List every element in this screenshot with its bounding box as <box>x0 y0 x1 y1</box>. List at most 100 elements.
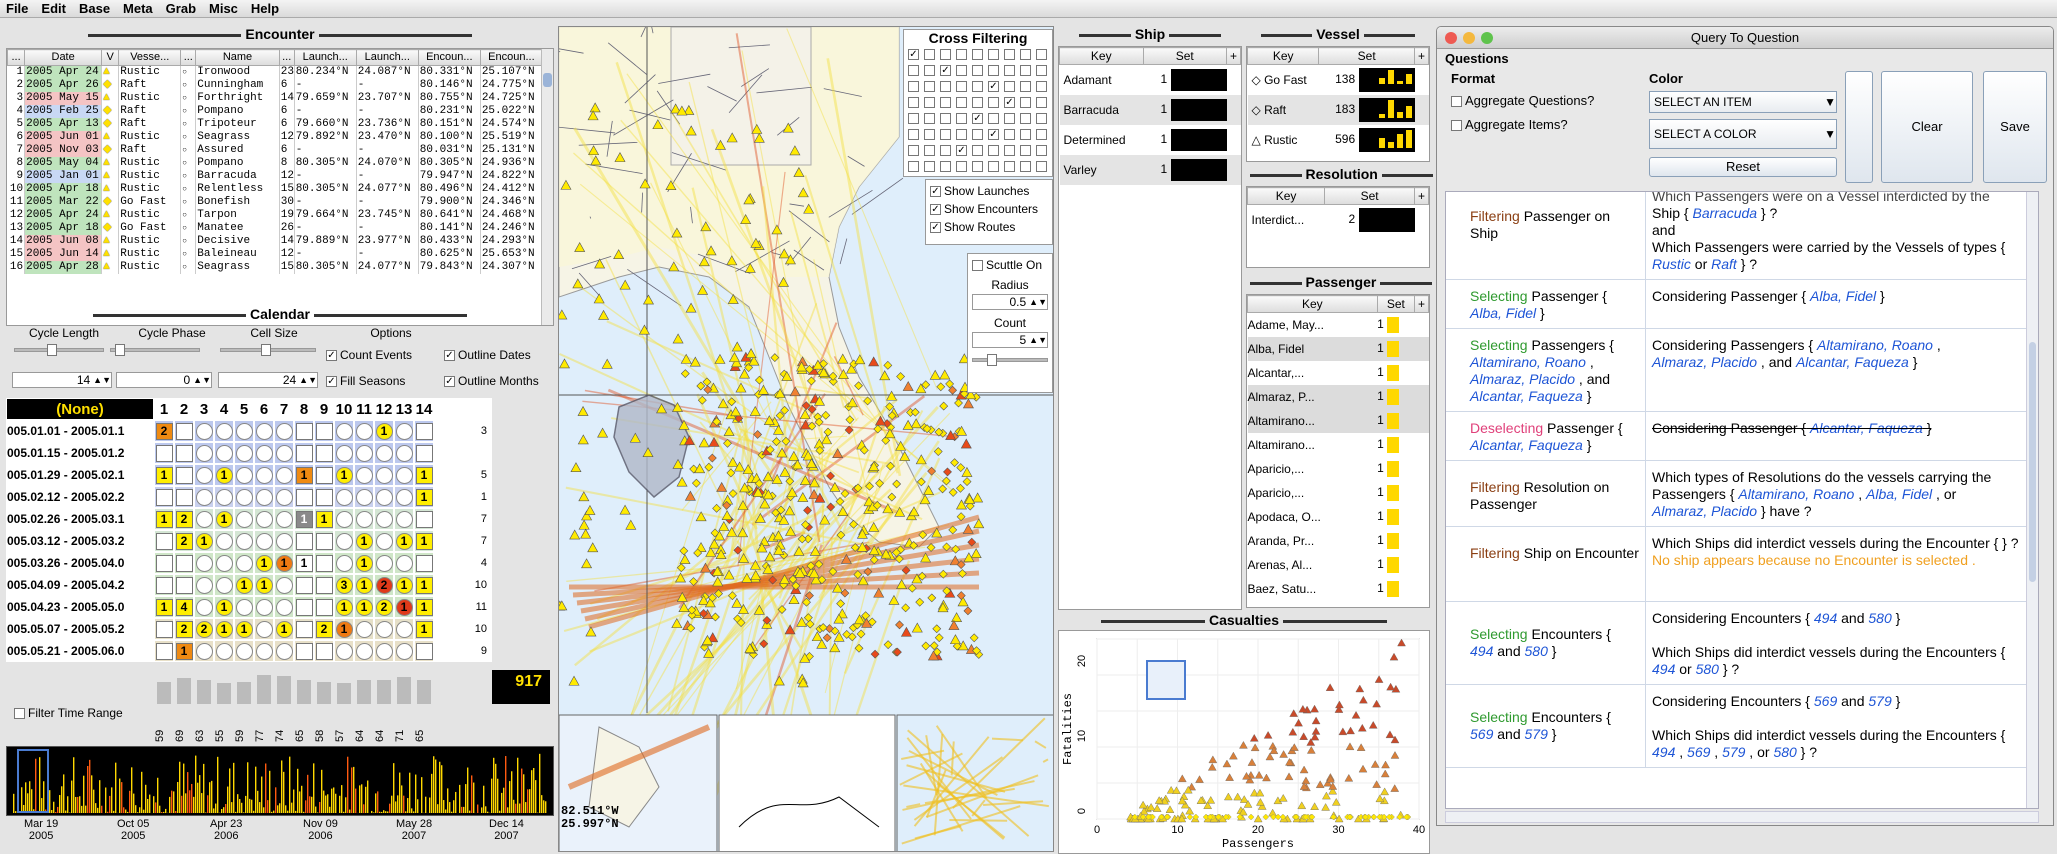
cross-filter-checkbox[interactable] <box>1036 48 1047 60</box>
key-header[interactable]: Key <box>1059 47 1144 65</box>
calendar-cell[interactable]: 1 <box>395 576 413 594</box>
aggregate-items[interactable]: Aggregate Items? <box>1451 117 1568 132</box>
question-row[interactable]: Filtering Resolution on Passenger Which … <box>1446 461 2038 527</box>
cross-filter-checkbox[interactable] <box>1004 112 1015 124</box>
calendar-cell[interactable] <box>195 444 213 462</box>
list-item[interactable]: Barracuda 1 <box>1059 94 1241 125</box>
calendar-cell[interactable] <box>275 488 293 506</box>
question-row[interactable]: Deselecting Passenger {Alcantar, Faqueza… <box>1446 412 2038 461</box>
key-header[interactable]: Key <box>1246 47 1320 65</box>
calendar-cell[interactable] <box>315 444 333 462</box>
menu-help[interactable]: Help <box>251 1 279 16</box>
question-row[interactable]: Selecting Passengers {Altamirano, Roano … <box>1446 329 2038 412</box>
minimize-icon[interactable] <box>1463 32 1475 44</box>
list-item[interactable]: Baez, Satu... 1 <box>1247 576 1429 601</box>
calendar-cell[interactable] <box>155 444 173 462</box>
list-item[interactable]: Adamant 1 <box>1060 65 1241 95</box>
calendar-cell[interactable] <box>275 642 293 660</box>
question-scrollbar[interactable] <box>2026 192 2038 808</box>
calendar-col-header[interactable]: 3 <box>194 398 214 420</box>
calendar-cell[interactable]: 1 <box>275 554 293 572</box>
calendar-cell[interactable]: 1 <box>215 598 233 616</box>
list-item[interactable]: Arenas, Al... 1 <box>1247 552 1429 577</box>
table-row[interactable]: 11 2005 Mar 22 ◆ Go Fast ○ Bonefish 30- -79.900… <box>7 196 544 209</box>
timeline-brush[interactable] <box>17 749 49 813</box>
encounter-col-header[interactable]: ... <box>180 49 197 66</box>
calendar-col-header[interactable]: 1 <box>154 398 174 420</box>
question-row[interactable]: Filtering Ship on Encounter Which Ships … <box>1446 527 2038 602</box>
calendar-cell[interactable]: 2 <box>375 576 393 594</box>
cross-filter-checkbox[interactable] <box>940 160 951 172</box>
encounter-col-header[interactable]: ... <box>278 49 295 66</box>
fill-seasons-checkbox[interactable]: ✓ <box>326 376 337 388</box>
calendar-cell[interactable] <box>375 554 393 572</box>
table-row[interactable]: 10 2005 Apr 18 ▲ Rustic ○ Relentless 15 80.305°… <box>7 183 544 196</box>
calendar-cell[interactable] <box>275 532 293 550</box>
calendar-cell[interactable] <box>155 576 173 594</box>
calendar-cell[interactable] <box>335 554 353 572</box>
cross-filter-checkbox[interactable] <box>988 64 999 76</box>
calendar-col-header[interactable]: 6 <box>254 398 274 420</box>
calendar-cell[interactable] <box>295 642 313 660</box>
calendar-row-label[interactable]: 005.05.21 - 2005.06.0 <box>6 640 154 662</box>
outline-months-option[interactable]: ✓ Outline Months <box>444 374 539 388</box>
list-item[interactable]: Altamirano... 1 <box>1247 408 1429 433</box>
table-row[interactable]: 3 2005 May 15 ▲ Rustic ○ Forthright 14 79.659°N… <box>7 92 544 105</box>
cross-filter-checkbox[interactable] <box>1004 48 1015 60</box>
calendar-row-label[interactable]: 005.01.29 - 2005.02.1 <box>6 464 154 486</box>
calendar-cell[interactable] <box>395 554 413 572</box>
calendar-cell[interactable] <box>295 422 313 440</box>
calendar-col-header[interactable]: 9 <box>314 398 334 420</box>
calendar-cell[interactable] <box>275 510 293 528</box>
calendar-cell[interactable] <box>235 488 253 506</box>
cross-filter-checkbox[interactable] <box>1036 64 1047 76</box>
cross-filter-checkbox[interactable]: ✓ <box>940 64 951 76</box>
cross-filter-checkbox[interactable] <box>1036 144 1047 156</box>
calendar-cell[interactable] <box>175 576 193 594</box>
calendar-cell[interactable]: 2 <box>175 532 193 550</box>
cross-filter-checkbox[interactable] <box>972 160 983 172</box>
zoom-icon[interactable] <box>1481 32 1493 44</box>
menu-base[interactable]: Base <box>79 1 110 16</box>
cross-filter-checkbox[interactable] <box>972 96 983 108</box>
cross-filter-checkbox[interactable] <box>988 96 999 108</box>
list-item[interactable]: ◇ Go Fast 138 <box>1248 65 1429 95</box>
cross-filter-checkbox[interactable]: ✓ <box>972 112 983 124</box>
calendar-cell[interactable] <box>255 444 273 462</box>
table-row[interactable]: 9 2005 Jan 01 ▲ Rustic ○ Barracuda 12- -79.947°… <box>7 170 544 183</box>
cross-filter-checkbox[interactable] <box>1036 112 1047 124</box>
list-item[interactable]: ◇ Raft 183 <box>1247 94 1429 125</box>
calendar-cell[interactable] <box>255 532 273 550</box>
question-row[interactable]: Filtering Passenger on Ship Which Passen… <box>1446 192 2038 280</box>
list-item[interactable]: Determined 1 <box>1060 125 1241 155</box>
casualties-plot[interactable]: 0 10 20 30 40 0 10 20 Passengers Fatalities <box>1058 630 1430 854</box>
calendar-row-label[interactable]: 005.05.07 - 2005.05.2 <box>6 618 154 640</box>
key-header[interactable]: Key <box>1246 187 1326 205</box>
cross-filter-checkbox[interactable] <box>1004 128 1015 140</box>
calendar-cell[interactable]: 1 <box>415 620 433 638</box>
menu-meta[interactable]: Meta <box>123 1 153 16</box>
calendar-cell[interactable]: 1 <box>235 620 253 638</box>
calendar-cell[interactable] <box>155 488 173 506</box>
calendar-col-header[interactable]: 7 <box>274 398 294 420</box>
calendar-row-label[interactable]: 005.01.01 - 2005.01.1 <box>6 420 154 442</box>
calendar-cell[interactable] <box>175 554 193 572</box>
save-button[interactable]: Save <box>1983 71 2047 183</box>
calendar-cell[interactable]: 1 <box>335 466 353 484</box>
clear-button[interactable]: Clear <box>1881 71 1973 183</box>
set-header[interactable]: Set <box>1318 47 1415 65</box>
calendar-cell[interactable]: 1 <box>155 510 173 528</box>
calendar-cell[interactable]: 1 <box>395 532 413 550</box>
calendar-cell[interactable] <box>295 576 313 594</box>
calendar-cell[interactable] <box>255 488 273 506</box>
timeline-histogram[interactable] <box>6 746 554 816</box>
cross-filter-checkbox[interactable] <box>908 96 919 108</box>
calendar-cell[interactable]: 1 <box>215 466 233 484</box>
list-item[interactable]: Alcantar,... 1 <box>1247 360 1429 385</box>
list-item[interactable]: Almaraz, P... 1 <box>1247 384 1429 409</box>
list-item[interactable]: Aparicio,... 1 <box>1247 456 1429 481</box>
calendar-cell[interactable]: 1 <box>175 642 193 660</box>
cycle-phase-value[interactable]: 0 <box>117 373 193 387</box>
cross-filter-checkbox[interactable] <box>908 128 919 140</box>
calendar-col-header[interactable]: 13 <box>394 398 414 420</box>
